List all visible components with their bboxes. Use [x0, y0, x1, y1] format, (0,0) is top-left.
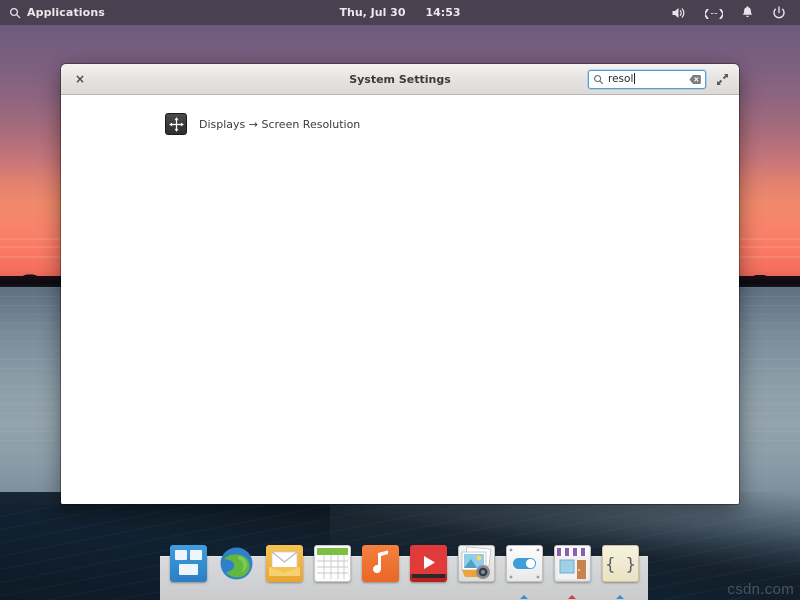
calendar-icon: [314, 545, 351, 582]
applications-menu-button[interactable]: Applications: [0, 6, 105, 19]
search-result-label: Displays → Screen Resolution: [199, 118, 360, 131]
dock-item-calendar[interactable]: [312, 557, 352, 600]
svg-text:❮--❯: ❮--❯: [705, 8, 723, 19]
window-titlebar[interactable]: × System Settings resol: [61, 64, 739, 95]
panel-time[interactable]: 14:53: [426, 6, 461, 19]
dock-item-music[interactable]: [360, 557, 400, 600]
titlebar-controls: resol: [588, 69, 739, 89]
dock-item-browser[interactable]: [216, 557, 256, 600]
text-cursor: [634, 73, 635, 84]
running-indicator: [568, 595, 576, 599]
dock-item-store[interactable]: [552, 557, 592, 600]
dock-item-mail[interactable]: [264, 557, 304, 600]
svg-text:{ }: { }: [605, 555, 636, 575]
dock-item-photos[interactable]: [456, 557, 496, 600]
camera-photos-icon: [458, 545, 495, 582]
applications-menu-label: Applications: [27, 6, 105, 19]
search-input[interactable]: resol: [588, 70, 706, 89]
dock-item-applications[interactable]: [168, 557, 208, 600]
notifications-bell-icon[interactable]: [741, 6, 754, 20]
search-icon: [9, 7, 21, 19]
running-indicator: [520, 595, 528, 599]
search-icon: [593, 74, 604, 85]
shop-awning-icon: [554, 545, 591, 582]
maximize-window-button[interactable]: [712, 69, 732, 89]
panel-date[interactable]: Thu, Jul 30: [339, 6, 405, 19]
toggle-switch-icon: [506, 545, 543, 582]
settings-search-results: Displays → Screen Resolution: [61, 95, 739, 504]
dock-panel: { }: [160, 556, 648, 600]
dock-item-video[interactable]: [408, 557, 448, 600]
network-icon[interactable]: ❮--❯: [705, 7, 723, 19]
dock-item-settings[interactable]: [504, 557, 544, 600]
top-panel: Applications Thu, Jul 30 14:53 ❮--❯: [0, 0, 800, 25]
system-tray: ❮--❯: [671, 6, 800, 20]
music-note-icon: [362, 545, 399, 582]
play-button-icon: [410, 545, 447, 582]
search-input-value: resol: [608, 73, 635, 85]
system-settings-window: × System Settings resol: [61, 64, 739, 504]
clear-icon[interactable]: [689, 74, 701, 85]
screen-resolution-icon: [165, 113, 187, 135]
running-indicator: [616, 595, 624, 599]
power-icon[interactable]: [772, 6, 786, 20]
close-window-button[interactable]: ×: [67, 66, 93, 92]
volume-icon[interactable]: [671, 6, 687, 20]
envelope-icon: [266, 545, 303, 582]
globe-icon: [218, 545, 255, 582]
watermark-text: csdn.com: [727, 581, 794, 598]
braces-icon: { }: [602, 545, 639, 582]
search-result-item[interactable]: Displays → Screen Resolution: [61, 109, 739, 139]
apps-grid-icon: [170, 545, 207, 582]
dock-item-code[interactable]: { }: [600, 557, 640, 600]
